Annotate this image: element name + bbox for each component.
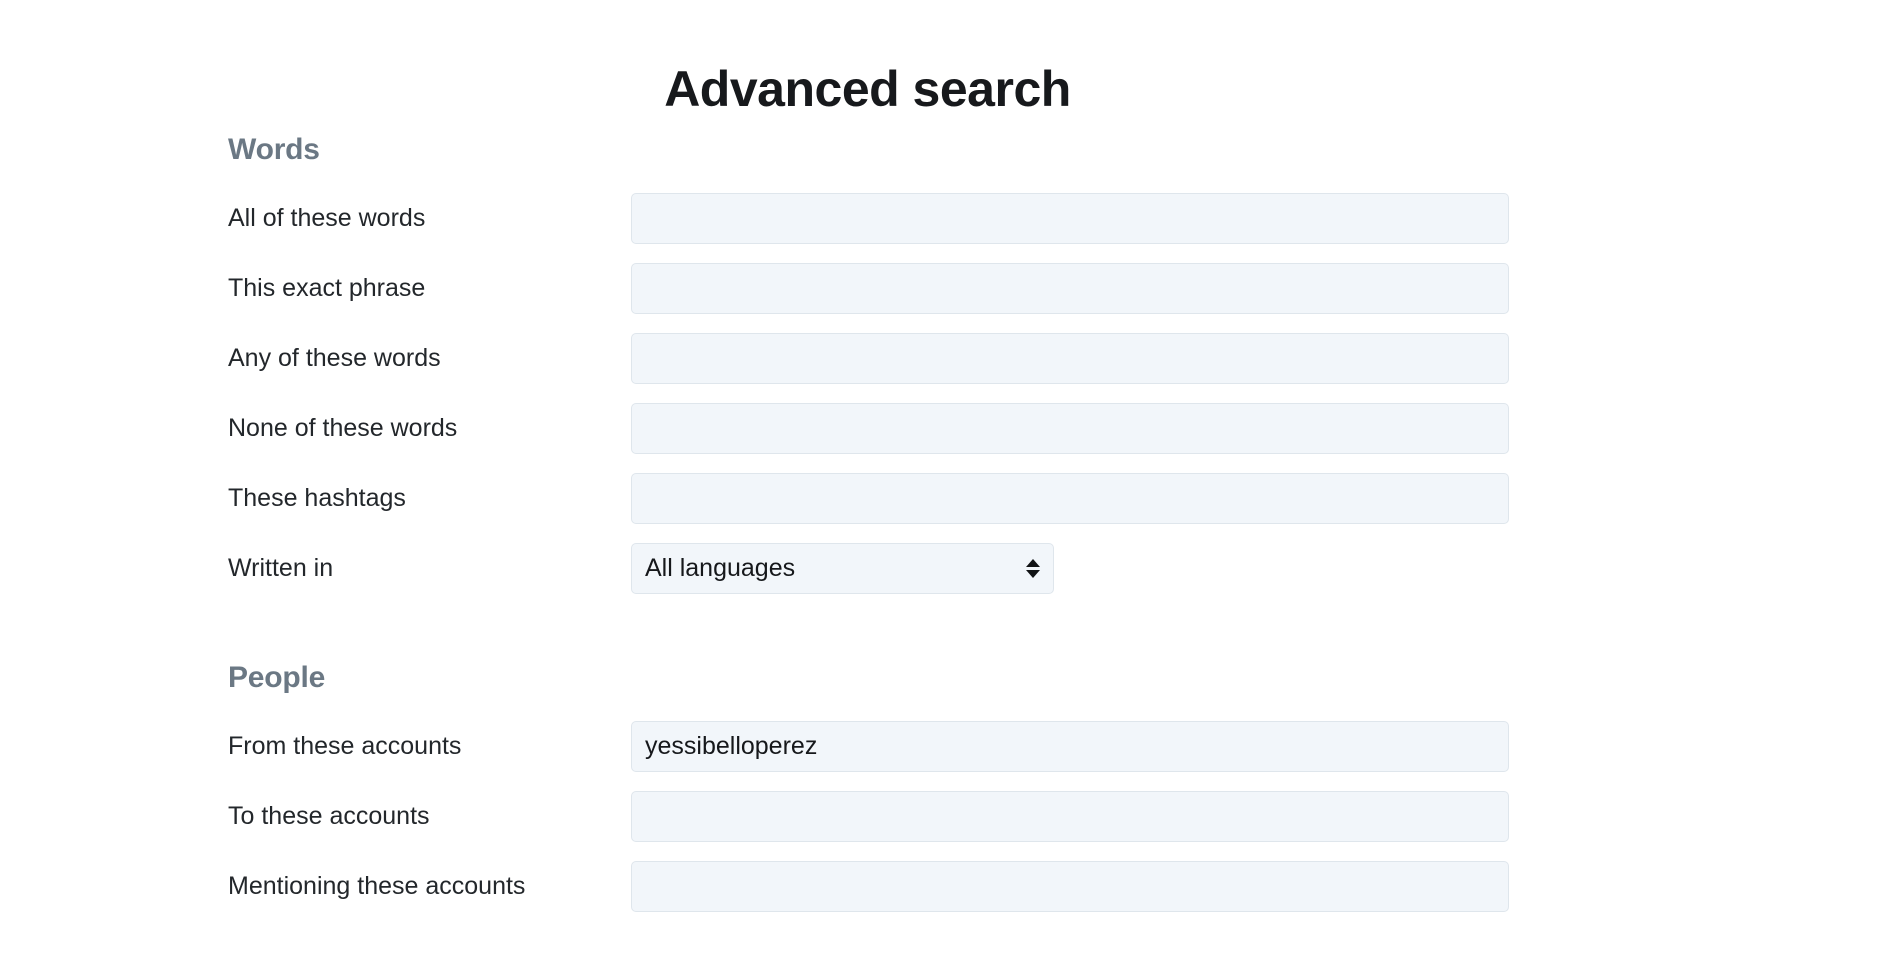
field-row-to-these-accounts: To these accounts bbox=[0, 781, 1880, 851]
field-row-any-of-these-words: Any of these words bbox=[0, 323, 1880, 393]
field-control-all-of-these-words bbox=[631, 193, 1509, 244]
field-row-from-these-accounts: From these accounts bbox=[0, 711, 1880, 781]
section-people: People From these accounts To these accoun… bbox=[0, 603, 1880, 921]
field-row-mentioning-these-accounts: Mentioning these accounts bbox=[0, 851, 1880, 921]
input-this-exact-phrase[interactable] bbox=[631, 263, 1509, 314]
field-control-these-hashtags bbox=[631, 473, 1509, 524]
advanced-search-page: Advanced search Words All of these words T… bbox=[0, 0, 1880, 956]
field-control-from-these-accounts bbox=[631, 721, 1509, 772]
field-row-this-exact-phrase: This exact phrase bbox=[0, 253, 1880, 323]
select-stepper-icon bbox=[1026, 544, 1040, 593]
field-row-none-of-these-words: None of these words bbox=[0, 393, 1880, 463]
section-words: Words All of these words This exact phrase… bbox=[0, 118, 1880, 603]
field-rows-words: All of these words This exact phrase Any o… bbox=[0, 183, 1880, 603]
field-row-written-in: Written in All languages bbox=[0, 533, 1880, 603]
input-mentioning-these-accounts[interactable] bbox=[631, 861, 1509, 912]
field-control-this-exact-phrase bbox=[631, 263, 1509, 314]
triangle-down-icon bbox=[1026, 570, 1040, 578]
field-label-mentioning-these-accounts: Mentioning these accounts bbox=[228, 872, 526, 900]
field-label-these-hashtags: These hashtags bbox=[228, 484, 406, 512]
field-label-written-in: Written in bbox=[228, 554, 334, 582]
section-heading-words: Words bbox=[228, 133, 320, 166]
field-control-none-of-these-words bbox=[631, 403, 1509, 454]
field-control-mentioning-these-accounts bbox=[631, 861, 1509, 912]
input-these-hashtags[interactable] bbox=[631, 473, 1509, 524]
advanced-search-form: Words All of these words This exact phrase… bbox=[0, 118, 1880, 921]
select-written-in[interactable]: All languages bbox=[631, 543, 1054, 594]
field-label-none-of-these-words: None of these words bbox=[228, 414, 458, 442]
page-title: Advanced search bbox=[664, 60, 1071, 117]
field-label-any-of-these-words: Any of these words bbox=[228, 344, 441, 372]
field-rows-people: From these accounts To these accounts Ment… bbox=[0, 711, 1880, 921]
input-all-of-these-words[interactable] bbox=[631, 193, 1509, 244]
input-any-of-these-words[interactable] bbox=[631, 333, 1509, 384]
section-heading-people: People bbox=[228, 661, 326, 694]
field-label-to-these-accounts: To these accounts bbox=[228, 802, 430, 830]
input-from-these-accounts[interactable] bbox=[631, 721, 1509, 772]
select-value-written-in: All languages bbox=[645, 554, 796, 582]
field-row-all-of-these-words: All of these words bbox=[0, 183, 1880, 253]
field-row-these-hashtags: These hashtags bbox=[0, 463, 1880, 533]
input-none-of-these-words[interactable] bbox=[631, 403, 1509, 454]
field-label-from-these-accounts: From these accounts bbox=[228, 732, 462, 760]
field-control-to-these-accounts bbox=[631, 791, 1509, 842]
field-control-written-in: All languages bbox=[631, 543, 1054, 594]
triangle-up-icon bbox=[1026, 559, 1040, 567]
field-label-all-of-these-words: All of these words bbox=[228, 204, 426, 232]
field-label-this-exact-phrase: This exact phrase bbox=[228, 274, 426, 302]
field-control-any-of-these-words bbox=[631, 333, 1509, 384]
input-to-these-accounts[interactable] bbox=[631, 791, 1509, 842]
